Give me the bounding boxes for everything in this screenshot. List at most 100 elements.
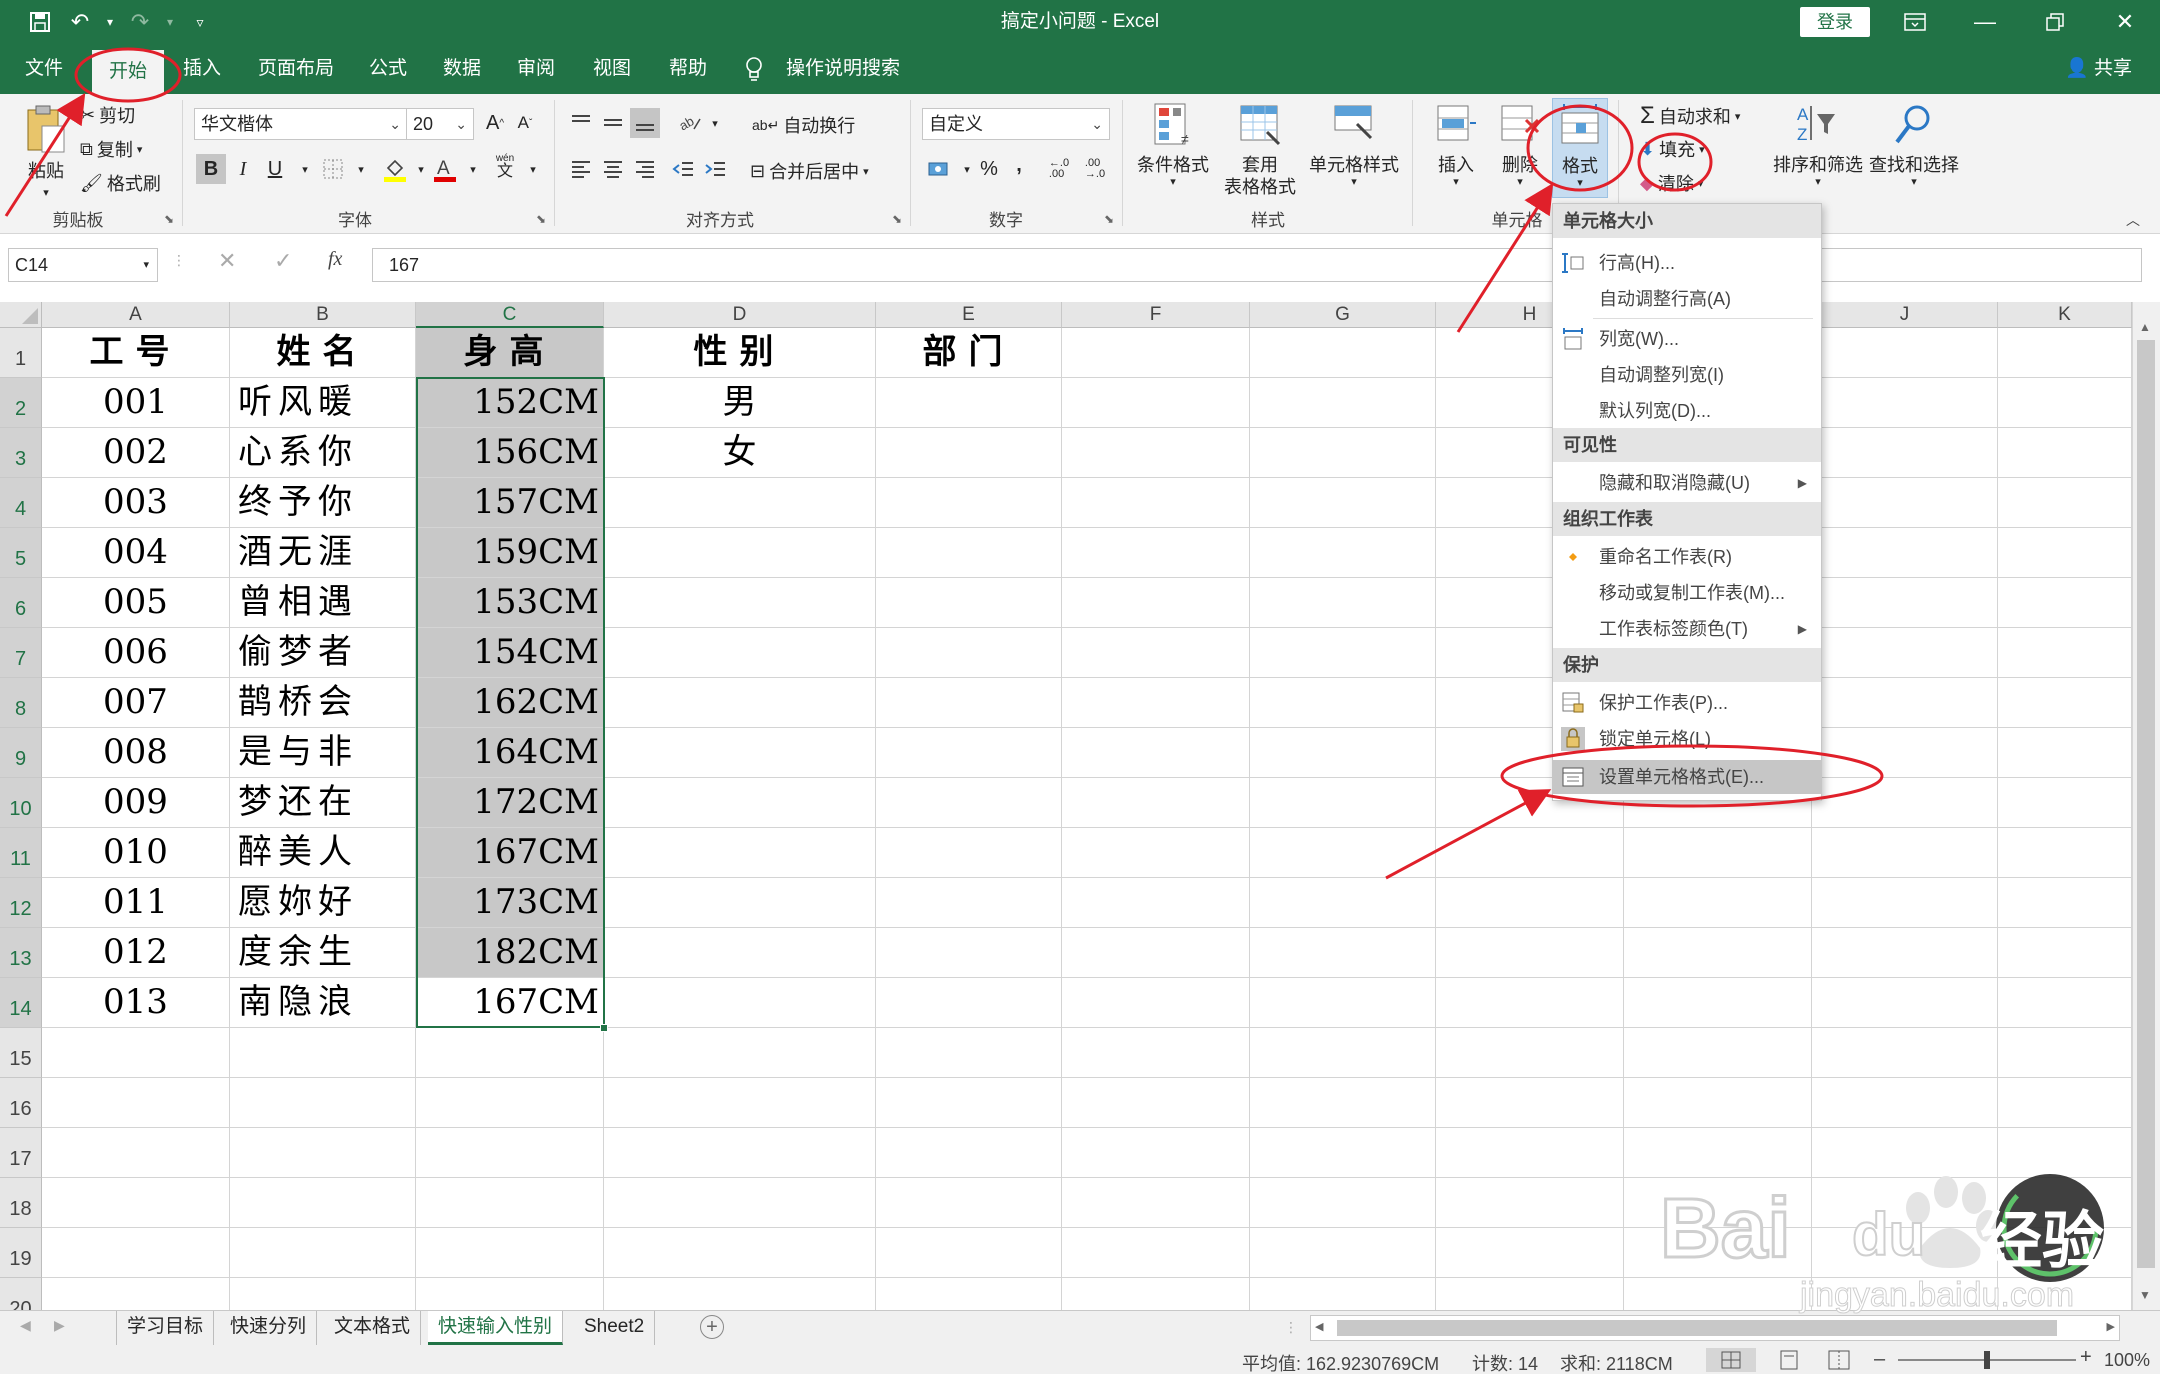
cell-b16[interactable] [230, 1078, 416, 1128]
select-all-corner[interactable] [0, 302, 42, 328]
cell-g12[interactable] [1250, 878, 1436, 928]
fill-button[interactable]: ⬇ 填充 ▾ [1640, 136, 1705, 162]
id-cell[interactable]: 004 [42, 528, 230, 578]
normal-view-icon[interactable] [1706, 1348, 1756, 1372]
ribbon-display-options-icon[interactable] [1880, 0, 1950, 44]
tab-help[interactable]: 帮助 [660, 44, 716, 94]
cell-i13[interactable] [1624, 928, 1812, 978]
cell-i19[interactable] [1624, 1228, 1812, 1278]
italic-button[interactable]: I [228, 154, 258, 184]
delete-cells-button[interactable]: 删除 ▾ [1492, 102, 1548, 188]
cell-f17[interactable] [1062, 1128, 1250, 1178]
prev-sheet-icon[interactable]: ◀ [20, 1317, 31, 1334]
row-header-7[interactable]: 7 [0, 628, 42, 678]
cell-e19[interactable] [876, 1228, 1062, 1278]
row-header-2[interactable]: 2 [0, 378, 42, 428]
cell-h19[interactable] [1436, 1228, 1624, 1278]
cell-k6[interactable] [1998, 578, 2132, 628]
row-header-5[interactable]: 5 [0, 528, 42, 578]
tab-formulas[interactable]: 公式 [360, 44, 416, 94]
cell-k19[interactable] [1998, 1228, 2132, 1278]
sheet-tab-sheet2[interactable]: Sheet2 [574, 1311, 656, 1345]
cell-e15[interactable] [876, 1028, 1062, 1078]
underline-dropdown-icon[interactable]: ▾ [290, 154, 320, 184]
cell-d18[interactable] [604, 1178, 876, 1228]
name-cell[interactable]: 终予你 [230, 478, 416, 528]
height-cell[interactable]: 157CM [416, 478, 604, 528]
cell-j13[interactable] [1812, 928, 1998, 978]
cell-k5[interactable] [1998, 528, 2132, 578]
cell-g9[interactable] [1250, 728, 1436, 778]
cell-f14[interactable] [1062, 978, 1250, 1028]
height-cell[interactable]: 173CM [416, 878, 604, 928]
cell-e12[interactable] [876, 878, 1062, 928]
row-header-10[interactable]: 10 [0, 778, 42, 828]
cell-f2[interactable] [1062, 378, 1250, 428]
cell-j1[interactable] [1812, 328, 1998, 378]
cell-j5[interactable] [1812, 528, 1998, 578]
cell-k16[interactable] [1998, 1078, 2132, 1128]
cell-f11[interactable] [1062, 828, 1250, 878]
cell-e20[interactable] [876, 1278, 1062, 1310]
page-layout-view-icon[interactable] [1774, 1348, 1804, 1377]
clear-button[interactable]: ◆ 清除 ▾ [1640, 170, 1703, 196]
height-cell[interactable]: 159CM [416, 528, 604, 578]
height-cell[interactable]: 153CM [416, 578, 604, 628]
cell-a19[interactable] [42, 1228, 230, 1278]
borders-button[interactable] [318, 154, 348, 184]
cut-button[interactable]: ✂ 剪切 [80, 102, 135, 128]
cell-k7[interactable] [1998, 628, 2132, 678]
gender-cell[interactable]: 女 [604, 428, 876, 478]
decrease-decimal-icon[interactable]: .00 →.0 [1080, 154, 1110, 184]
align-middle-icon[interactable] [598, 108, 628, 138]
cell-h14[interactable] [1436, 978, 1624, 1028]
cell-d10[interactable] [604, 778, 876, 828]
scroll-thumb[interactable] [2137, 340, 2155, 1268]
clipboard-dialog-launcher-icon[interactable]: ⬊ [164, 212, 174, 226]
cell-j14[interactable] [1812, 978, 1998, 1028]
cell-g13[interactable] [1250, 928, 1436, 978]
cell-j8[interactable] [1812, 678, 1998, 728]
height-cell[interactable]: 182CM [416, 928, 604, 978]
menu-default-width[interactable]: 默认列宽(D)... [1553, 394, 1821, 428]
merge-center-button[interactable]: ⊟ 合并后居中 ▾ [750, 158, 869, 184]
column-header-a[interactable]: A [42, 302, 230, 328]
cell-j11[interactable] [1812, 828, 1998, 878]
accounting-format-icon[interactable] [924, 154, 954, 184]
minimize-icon[interactable]: — [1950, 0, 2020, 44]
column-header-e[interactable]: E [876, 302, 1062, 328]
cell-k14[interactable] [1998, 978, 2132, 1028]
font-color-dropdown-icon[interactable]: ▾ [458, 154, 488, 184]
menu-hide-unhide[interactable]: 隐藏和取消隐藏(U) ▶ [1553, 466, 1821, 500]
row-header-6[interactable]: 6 [0, 578, 42, 628]
cell-g6[interactable] [1250, 578, 1436, 628]
cell-h17[interactable] [1436, 1128, 1624, 1178]
sheet-tab-learning-goals[interactable]: 学习目标 [116, 1311, 215, 1345]
increase-decimal-icon[interactable]: ←.0.00 [1044, 154, 1074, 184]
tab-page-layout[interactable]: 页面布局 [248, 44, 344, 94]
cell-i17[interactable] [1624, 1128, 1812, 1178]
cell-d5[interactable] [604, 528, 876, 578]
cell-f1[interactable] [1062, 328, 1250, 378]
id-cell[interactable]: 012 [42, 928, 230, 978]
header-cell-id[interactable]: 工号 [42, 328, 230, 378]
id-cell[interactable]: 007 [42, 678, 230, 728]
header-cell-height[interactable]: 身高 [416, 328, 604, 378]
cell-c20[interactable] [416, 1278, 604, 1310]
cell-j10[interactable] [1812, 778, 1998, 828]
header-cell-gender[interactable]: 性别 [604, 328, 876, 378]
insert-cells-button[interactable]: 插入 ▾ [1428, 102, 1484, 188]
height-cell[interactable]: 164CM [416, 728, 604, 778]
row-header-11[interactable]: 11 [0, 828, 42, 878]
font-size-combo[interactable]: 20 ⌄ [406, 108, 474, 140]
cell-f4[interactable] [1062, 478, 1250, 528]
cell-j16[interactable] [1812, 1078, 1998, 1128]
cell-j12[interactable] [1812, 878, 1998, 928]
split-handle-icon[interactable]: ⋮ [1284, 1319, 1298, 1336]
cell-i12[interactable] [1624, 878, 1812, 928]
name-cell[interactable]: 南隐浪 [230, 978, 416, 1028]
cell-h11[interactable] [1436, 828, 1624, 878]
cell-j17[interactable] [1812, 1128, 1998, 1178]
column-header-f[interactable]: F [1062, 302, 1250, 328]
row-header-3[interactable]: 3 [0, 428, 42, 478]
